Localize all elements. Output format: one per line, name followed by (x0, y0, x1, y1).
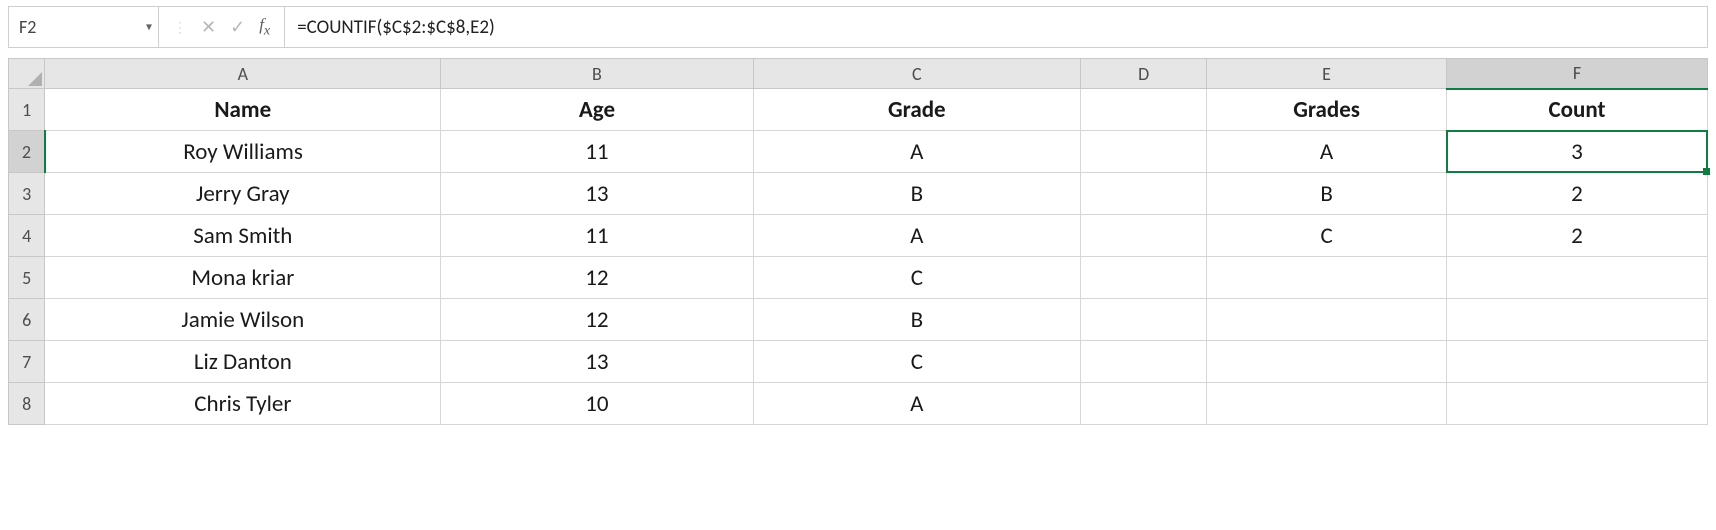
cell-C5[interactable]: C (753, 257, 1080, 299)
cell-C2[interactable]: A (753, 131, 1080, 173)
cell-B7[interactable]: 13 (441, 341, 753, 383)
row-header-3[interactable]: 3 (9, 173, 45, 215)
cell-A6[interactable]: Jamie Wilson (45, 299, 441, 341)
cell-D4[interactable] (1081, 215, 1207, 257)
cell-reference: F2 (19, 16, 36, 38)
fx-icon[interactable]: fx (259, 15, 270, 39)
cell-B2[interactable]: 11 (441, 131, 753, 173)
cell-E8[interactable] (1207, 383, 1447, 425)
cell-E4[interactable]: C (1207, 215, 1447, 257)
cell-C6[interactable]: B (753, 299, 1080, 341)
cell-A4[interactable]: Sam Smith (45, 215, 441, 257)
table-row: 4 Sam Smith 11 A C 2 (9, 215, 1708, 257)
row-header-8[interactable]: 8 (9, 383, 45, 425)
cell-A7[interactable]: Liz Danton (45, 341, 441, 383)
cell-F2[interactable]: 3 (1446, 131, 1707, 173)
row-header-2[interactable]: 2 (9, 131, 45, 173)
enter-icon[interactable]: ✓ (230, 16, 245, 38)
cancel-icon[interactable]: ✕ (201, 16, 216, 38)
cell-B1[interactable]: Age (441, 89, 753, 131)
table-row: 1 Name Age Grade Grades Count (9, 89, 1708, 131)
cell-F7[interactable] (1446, 341, 1707, 383)
table-row: 5 Mona kriar 12 C (9, 257, 1708, 299)
cell-F4[interactable]: 2 (1446, 215, 1707, 257)
formula-text: =COUNTIF($C$2:$C$8,E2) (297, 16, 495, 39)
cell-A8[interactable]: Chris Tyler (45, 383, 441, 425)
cell-E6[interactable] (1207, 299, 1447, 341)
cell-A5[interactable]: Mona kriar (45, 257, 441, 299)
cell-B4[interactable]: 11 (441, 215, 753, 257)
dropdown-icon[interactable]: ▾ (146, 20, 152, 35)
cell-B3[interactable]: 13 (441, 173, 753, 215)
cell-F8[interactable] (1446, 383, 1707, 425)
row-header-7[interactable]: 7 (9, 341, 45, 383)
col-header-F[interactable]: F (1446, 59, 1707, 89)
cell-D8[interactable] (1081, 383, 1207, 425)
cell-C7[interactable]: C (753, 341, 1080, 383)
cell-E7[interactable] (1207, 341, 1447, 383)
cell-D1[interactable] (1081, 89, 1207, 131)
cell-D3[interactable] (1081, 173, 1207, 215)
separator-icon: ⋮ (173, 19, 187, 36)
cell-D6[interactable] (1081, 299, 1207, 341)
col-header-C[interactable]: C (753, 59, 1080, 89)
cell-A3[interactable]: Jerry Gray (45, 173, 441, 215)
cell-D7[interactable] (1081, 341, 1207, 383)
cell-C8[interactable]: A (753, 383, 1080, 425)
spreadsheet-grid[interactable]: A B C D E F 1 Name Age Grade Grades Coun… (8, 58, 1708, 425)
formula-input[interactable]: =COUNTIF($C$2:$C$8,E2) (285, 7, 1707, 47)
table-row: 3 Jerry Gray 13 B B 2 (9, 173, 1708, 215)
cell-C1[interactable]: Grade (753, 89, 1080, 131)
cell-E2[interactable]: A (1207, 131, 1447, 173)
name-box[interactable]: F2 ▾ (9, 7, 159, 47)
select-all-corner[interactable] (9, 59, 45, 89)
cell-E5[interactable] (1207, 257, 1447, 299)
table-row: 6 Jamie Wilson 12 B (9, 299, 1708, 341)
cell-B6[interactable]: 12 (441, 299, 753, 341)
cell-A1[interactable]: Name (45, 89, 441, 131)
formula-bar: F2 ▾ ⋮ ✕ ✓ fx =COUNTIF($C$2:$C$8,E2) (8, 6, 1708, 48)
cell-E3[interactable]: B (1207, 173, 1447, 215)
cell-B5[interactable]: 12 (441, 257, 753, 299)
formula-bar-buttons: ⋮ ✕ ✓ fx (159, 7, 285, 47)
cell-C4[interactable]: A (753, 215, 1080, 257)
cell-F6[interactable] (1446, 299, 1707, 341)
table-row: 7 Liz Danton 13 C (9, 341, 1708, 383)
cell-D5[interactable] (1081, 257, 1207, 299)
cell-A2[interactable]: Roy Williams (45, 131, 441, 173)
cell-F1[interactable]: Count (1446, 89, 1707, 131)
column-header-row: A B C D E F (9, 59, 1708, 89)
row-header-5[interactable]: 5 (9, 257, 45, 299)
cell-value: 3 (1571, 138, 1583, 166)
cell-C3[interactable]: B (753, 173, 1080, 215)
row-header-6[interactable]: 6 (9, 299, 45, 341)
row-header-1[interactable]: 1 (9, 89, 45, 131)
col-header-D[interactable]: D (1081, 59, 1207, 89)
cell-F5[interactable] (1446, 257, 1707, 299)
table-row: 8 Chris Tyler 10 A (9, 383, 1708, 425)
row-header-4[interactable]: 4 (9, 215, 45, 257)
cell-D2[interactable] (1081, 131, 1207, 173)
cell-F3[interactable]: 2 (1446, 173, 1707, 215)
table-row: 2 Roy Williams 11 A A 3 (9, 131, 1708, 173)
col-header-E[interactable]: E (1207, 59, 1447, 89)
col-header-B[interactable]: B (441, 59, 753, 89)
cell-B8[interactable]: 10 (441, 383, 753, 425)
cell-E1[interactable]: Grades (1207, 89, 1447, 131)
col-header-A[interactable]: A (45, 59, 441, 89)
